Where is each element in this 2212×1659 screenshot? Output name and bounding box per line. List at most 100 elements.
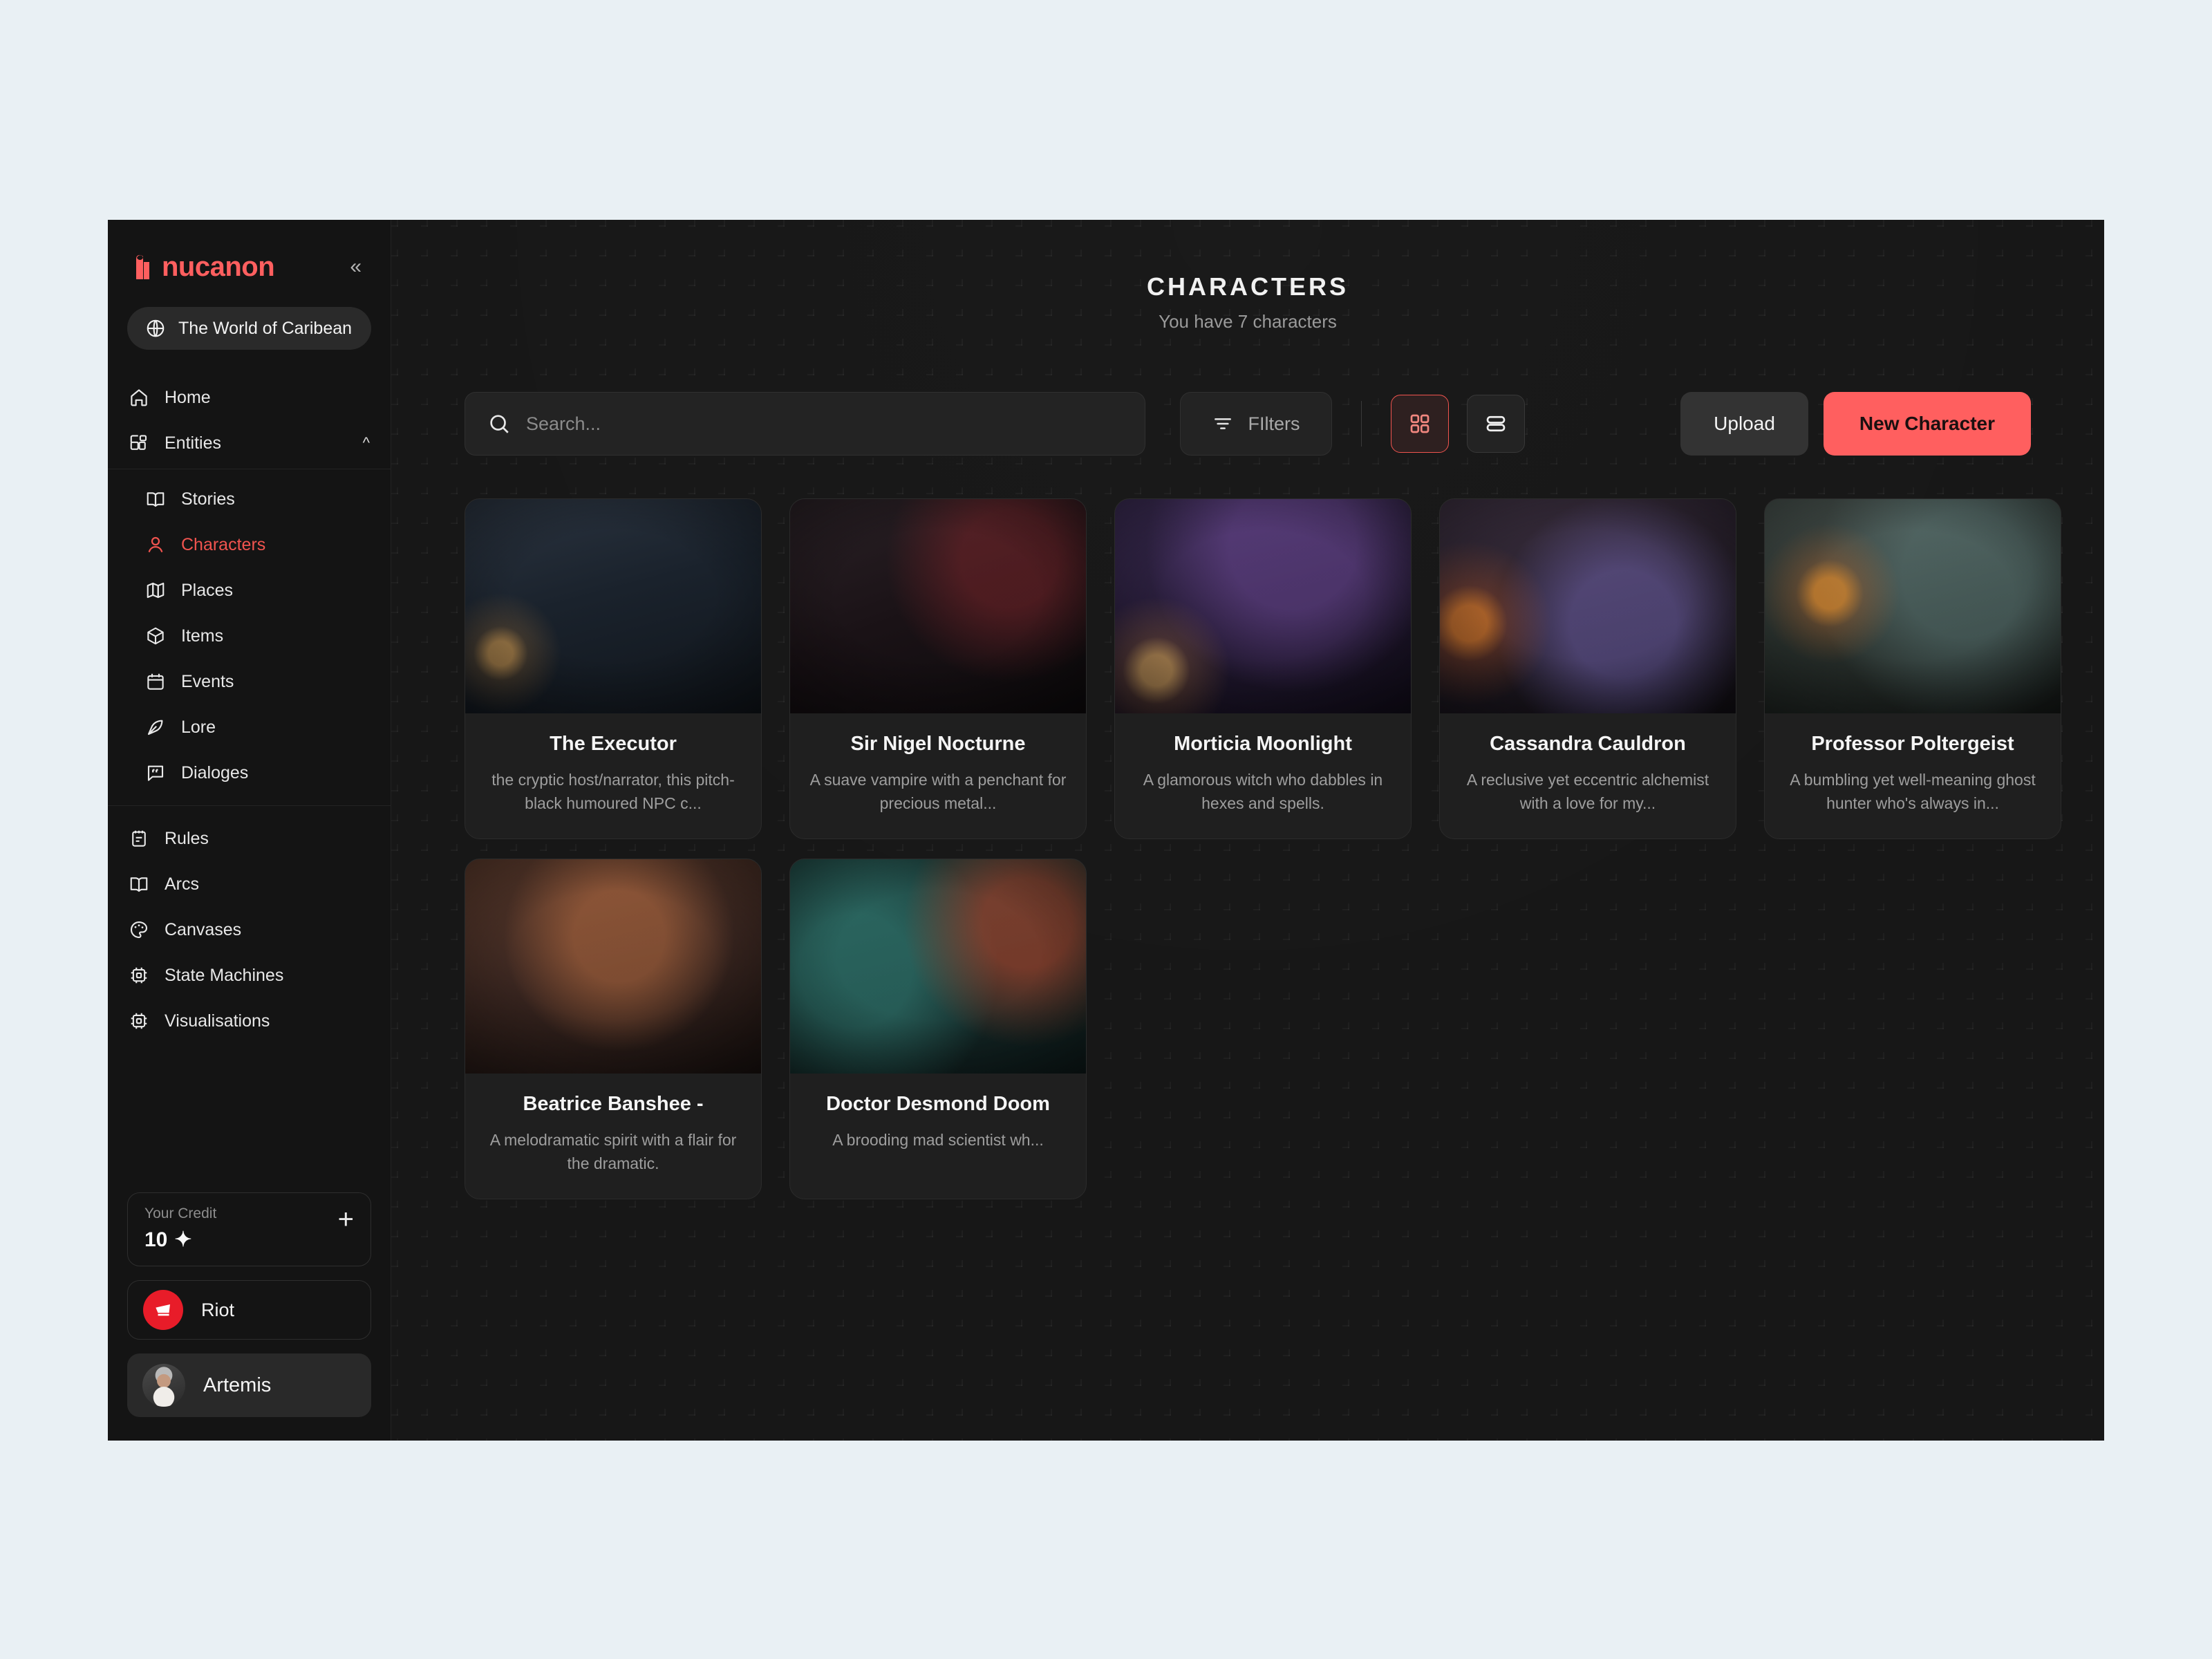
character-image	[790, 499, 1086, 713]
sidebar-item-label: Characters	[181, 534, 266, 554]
toolbar-divider	[1361, 401, 1362, 447]
notebook-icon	[132, 830, 146, 847]
book-open-icon	[147, 492, 165, 507]
home-icon	[131, 389, 147, 406]
character-description: A suave vampire with a penchant for prec…	[809, 771, 1067, 812]
credit-value-row: 10 ✦	[144, 1228, 216, 1252]
toolbar-actions: Upload New Character	[1680, 392, 2031, 456]
sidebar-item-items[interactable]: Items	[108, 613, 391, 659]
sidebar-item-label: Lore	[181, 717, 216, 737]
character-image	[790, 859, 1086, 1074]
character-portrait	[465, 859, 761, 1074]
character-image	[1440, 499, 1736, 713]
character-image	[465, 499, 761, 713]
character-portrait	[790, 499, 1086, 713]
sidebar-item-state-machines[interactable]: State Machines	[108, 953, 391, 998]
globe-icon	[147, 319, 165, 337]
sparkle-icon: ✦	[174, 1228, 192, 1251]
user-name: Artemis	[203, 1374, 272, 1396]
character-name: Doctor Desmond Doom	[826, 1092, 1050, 1115]
character-portrait	[465, 499, 761, 713]
character-description: A reclusive yet eccentric alchemist with…	[1466, 771, 1709, 812]
character-card-body: Beatrice Banshee - A melodramatic spirit…	[465, 1074, 761, 1199]
character-name: Professor Poltergeist	[1811, 733, 2014, 755]
sidebar-item-label: Arcs	[165, 874, 199, 894]
sidebar-item-label: Places	[181, 580, 234, 600]
filter-icon	[1215, 418, 1232, 429]
sidebar-item-label: Visualisations	[165, 1011, 270, 1031]
sidebar-item-stories[interactable]: Stories	[108, 476, 391, 522]
character-card-body: Sir Nigel Nocturne A suave vampire with …	[790, 713, 1086, 838]
chevron-up-icon[interactable]: ^	[363, 435, 370, 451]
credit-label: Your Credit	[144, 1206, 217, 1221]
sidebar-item-dialoges[interactable]: Dialoges	[108, 750, 391, 796]
sidebar-item-rules[interactable]: Rules	[108, 816, 391, 861]
grid-view-toggle[interactable]	[1391, 395, 1449, 453]
list-view-icon	[1486, 415, 1506, 432]
grid-view-icon	[1410, 414, 1430, 433]
character-name: The Executor	[550, 733, 677, 755]
character-portrait	[1765, 499, 2061, 713]
user-profile[interactable]: Artemis	[127, 1353, 371, 1417]
box-icon	[147, 627, 164, 645]
page-subtitle: You have 7 characters	[1159, 311, 1337, 332]
sidebar-collapse-button[interactable]: «	[350, 256, 362, 277]
sidebar-item-label: State Machines	[165, 965, 284, 985]
credit-info: Your Credit 10 ✦	[144, 1206, 216, 1252]
character-card-body: Doctor Desmond Doom A brooding mad scien…	[790, 1074, 1086, 1176]
character-portrait	[1440, 499, 1736, 713]
sidebar-footer: Your Credit 10 ✦ + Riot Artemis	[108, 1192, 391, 1441]
app-logo[interactable]: nucanon	[134, 253, 275, 281]
sidebar-item-home[interactable]: Home	[108, 375, 391, 420]
character-card-body: The Executor the cryptic host/narrator, …	[465, 713, 761, 838]
credit-amount: 10	[144, 1228, 168, 1251]
filters-label: FIlters	[1248, 413, 1300, 434]
upload-button[interactable]: Upload	[1680, 392, 1808, 456]
org-name: Riot	[201, 1299, 235, 1320]
org-selector[interactable]: Riot	[127, 1280, 371, 1340]
character-card[interactable]: Doctor Desmond Doom A brooding mad scien…	[789, 858, 1087, 1199]
sidebar-item-label: Events	[181, 671, 234, 691]
character-card-body: Professor Poltergeist A bumbling yet wel…	[1765, 713, 2061, 838]
sidebar-item-label: Rules	[165, 828, 209, 848]
sidebar-item-canvases[interactable]: Canvases	[108, 907, 391, 953]
nucanon-mark-icon	[136, 254, 149, 279]
sidebar-header: nucanon «	[108, 220, 391, 281]
sidebar-item-events[interactable]: Events	[108, 659, 391, 704]
sidebar-nav: Home Entities ^ Stories Characters Place…	[108, 375, 391, 1044]
sidebar-item-places[interactable]: Places	[108, 568, 391, 613]
sidebar-item-characters[interactable]: Characters	[108, 522, 391, 568]
credit-card[interactable]: Your Credit 10 ✦ +	[127, 1192, 371, 1266]
character-card[interactable]: Cassandra Cauldron A reclusive yet eccen…	[1439, 498, 1736, 839]
sidebar-item-lore[interactable]: Lore	[108, 704, 391, 750]
sidebar-item-label: Items	[181, 626, 224, 646]
sidebar-lower-nav: Rules Arcs Canvases State Machines Visua…	[108, 806, 391, 1044]
plus-icon[interactable]: +	[338, 1206, 354, 1233]
new-character-button[interactable]: New Character	[1823, 392, 2031, 456]
sidebar-item-label: Stories	[181, 489, 235, 509]
character-card[interactable]: Professor Poltergeist A bumbling yet wel…	[1764, 498, 2061, 839]
list-view-toggle[interactable]	[1467, 395, 1525, 453]
entities-submenu: Stories Characters Places Items Events L…	[108, 469, 391, 806]
filters-button[interactable]: FIlters	[1180, 392, 1332, 456]
character-name: Cassandra Cauldron	[1490, 733, 1686, 755]
main-content: CHARACTERS You have 7 characters FIlters	[391, 220, 2104, 1441]
search-input[interactable]	[526, 413, 1123, 435]
character-card[interactable]: Morticia Moonlight A glamorous witch who…	[1114, 498, 1412, 839]
character-card-body: Cassandra Cauldron A reclusive yet eccen…	[1440, 713, 1736, 838]
search-box[interactable]	[465, 392, 1145, 456]
app-window: nucanon « The World of Caribean Home Ent…	[108, 220, 2104, 1441]
character-card[interactable]: Sir Nigel Nocturne A suave vampire with …	[789, 498, 1087, 839]
character-card[interactable]: The Executor the cryptic host/narrator, …	[465, 498, 762, 839]
cpu-icon	[131, 967, 147, 984]
sidebar-item-arcs[interactable]: Arcs	[108, 861, 391, 907]
sidebar-item-visualisations[interactable]: Visualisations	[108, 998, 391, 1044]
sidebar-item-entities[interactable]: Entities ^	[108, 420, 391, 466]
blocks-icon	[130, 435, 147, 450]
cpu-icon	[131, 1013, 147, 1029]
character-card[interactable]: Beatrice Banshee - A melodramatic spirit…	[465, 858, 762, 1199]
character-description: A brooding mad scientist wh...	[832, 1131, 1044, 1150]
feather-icon	[147, 720, 163, 735]
world-selector[interactable]: The World of Caribean	[127, 307, 371, 350]
character-description: A bumbling yet well-meaning ghost hunter…	[1790, 771, 2036, 812]
